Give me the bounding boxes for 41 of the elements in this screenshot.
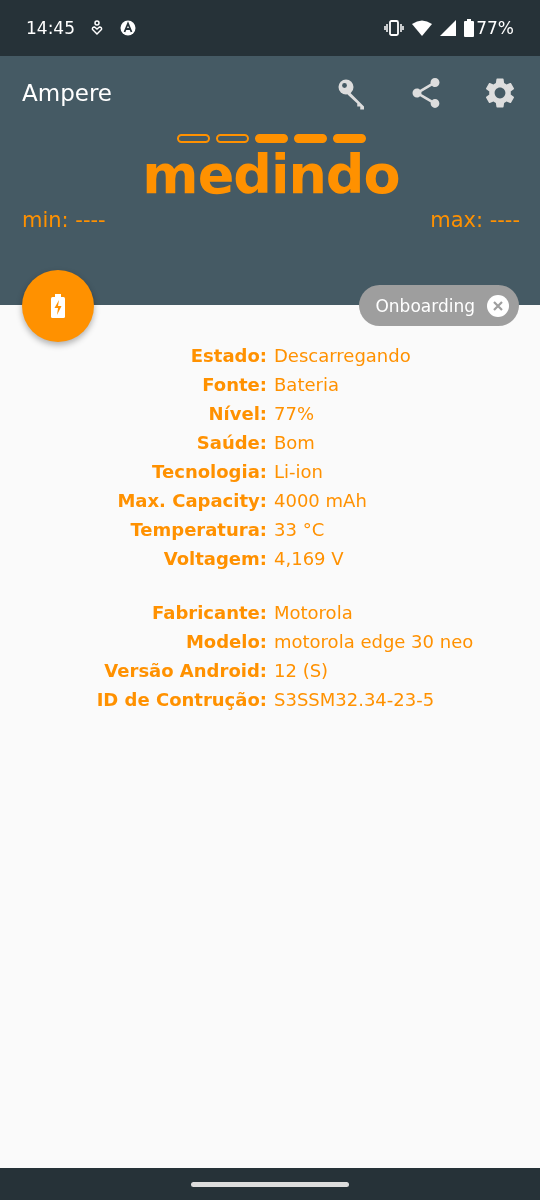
battery-fab[interactable] xyxy=(22,270,94,342)
info-value: motorola edge 30 neo xyxy=(274,630,475,654)
measuring-status: medindo xyxy=(141,145,401,205)
info-label: Voltagem: xyxy=(162,547,267,571)
info-value: 4000 mAh xyxy=(274,489,368,513)
info-label: Versão Android: xyxy=(103,659,267,683)
clock-time: 14:45 xyxy=(26,18,75,38)
info-label: Saúde: xyxy=(195,431,267,455)
vibrate-icon xyxy=(384,20,405,36)
letter-a-icon xyxy=(119,19,137,37)
info-value: 33 °C xyxy=(274,518,326,542)
info-value: Motorola xyxy=(274,601,354,625)
info-value: Bom xyxy=(274,431,316,455)
info-label: Fabricante: xyxy=(151,601,267,625)
info-value: 77% xyxy=(274,402,315,426)
info-value: S3SSM32.34-23-5 xyxy=(274,688,436,712)
min-value: min: ---- xyxy=(22,208,106,233)
home-handle[interactable] xyxy=(191,1181,349,1187)
info-label: Max. Capacity: xyxy=(116,489,267,513)
info-label: Tecnologia: xyxy=(151,460,267,484)
battery-icon xyxy=(464,19,475,37)
info-label: Nível: xyxy=(207,402,267,426)
info-value: Bateria xyxy=(274,373,340,397)
info-value: 4,169 V xyxy=(274,547,345,571)
close-icon xyxy=(487,294,509,317)
battery-percent: 77% xyxy=(476,18,514,38)
info-label: Modelo: xyxy=(184,630,267,654)
max-value: max: ---- xyxy=(430,208,520,233)
info-label: Estado: xyxy=(189,344,267,368)
info-value: 12 (S) xyxy=(274,659,330,683)
info-label: Fonte: xyxy=(201,373,267,397)
info-label: Temperatura: xyxy=(129,518,267,542)
wifi-icon xyxy=(412,20,433,36)
onboarding-chip[interactable]: Onboarding xyxy=(359,285,519,326)
info-value: Descarregando xyxy=(274,344,412,368)
battery-charging-icon xyxy=(51,294,65,318)
info-value: Li-ion xyxy=(274,460,324,484)
info-label: ID de Contrução: xyxy=(95,688,267,712)
notification-icon xyxy=(91,20,103,36)
signal-icon xyxy=(440,20,457,36)
app-title: Ampere xyxy=(22,80,112,106)
